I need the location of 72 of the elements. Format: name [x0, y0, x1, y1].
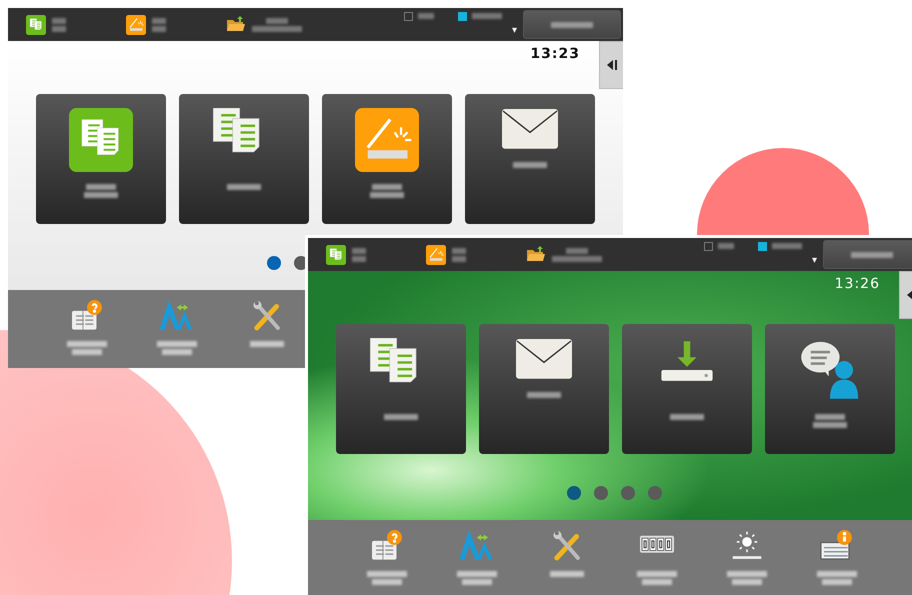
blurred-label — [642, 579, 672, 585]
blurred-label — [162, 349, 192, 355]
blurred-label — [157, 341, 197, 347]
blurred-label — [527, 392, 561, 398]
documents-icon — [326, 244, 346, 264]
dropdown-arrow[interactable]: ▾ — [512, 25, 518, 36]
blurred-label — [815, 414, 845, 420]
blurred-label — [370, 192, 404, 198]
blurred-label — [86, 184, 116, 190]
blurred-label — [462, 579, 492, 585]
blurred-label — [552, 256, 602, 262]
font-size-icon — [460, 529, 494, 563]
blurred-label — [67, 341, 107, 347]
dropdown-arrow[interactable]: ▾ — [812, 255, 818, 266]
app-tile[interactable] — [322, 94, 452, 224]
app-tile[interactable] — [336, 324, 466, 454]
side-tab[interactable] — [599, 41, 623, 89]
blurred-label — [732, 579, 762, 585]
blurred-label — [513, 162, 547, 168]
blurred-label — [718, 243, 734, 249]
status-square — [704, 242, 713, 250]
blurred-label — [152, 18, 166, 24]
clock: 13:23 — [530, 46, 580, 64]
scanner-icon — [126, 14, 146, 34]
blurred-label — [266, 18, 288, 24]
documents-icon — [26, 14, 46, 34]
blurred-label — [637, 571, 677, 577]
blurred-label — [551, 22, 593, 28]
blurred-label — [822, 579, 852, 585]
blurred-label — [813, 422, 847, 428]
blurred-label — [670, 414, 704, 420]
status-square — [404, 12, 413, 20]
blurred-label — [372, 184, 402, 190]
envelope-icon — [515, 338, 573, 380]
font-size-icon — [160, 299, 194, 333]
documents-icon — [69, 108, 133, 172]
blurred-label — [250, 341, 284, 347]
blurred-label — [418, 13, 434, 19]
blurred-label — [372, 579, 402, 585]
blurred-label — [566, 248, 588, 254]
blurred-label — [227, 184, 261, 190]
blurred-label — [457, 571, 497, 577]
clock: 13:26 — [834, 276, 880, 294]
blurred-label — [452, 248, 466, 254]
blurred-label — [472, 13, 502, 19]
blurred-label — [252, 26, 302, 32]
blurred-label — [550, 571, 584, 577]
blurred-label — [367, 571, 407, 577]
app-tile[interactable] — [465, 94, 595, 224]
blurred-label — [384, 414, 418, 420]
blurred-label — [152, 26, 166, 32]
app-tile[interactable] — [179, 94, 309, 224]
blurred-label — [52, 26, 66, 32]
app-tile[interactable] — [622, 324, 752, 454]
blurred-label — [851, 252, 893, 258]
collapse-arrow-icon — [606, 60, 616, 70]
blurred-label — [352, 256, 366, 262]
blurred-label — [452, 256, 466, 262]
app-tile[interactable] — [479, 324, 609, 454]
blurred-label — [772, 243, 802, 249]
app-tile[interactable] — [765, 324, 895, 454]
blurred-label — [727, 571, 767, 577]
app-tile[interactable] — [36, 94, 166, 224]
page-dot[interactable] — [267, 256, 281, 270]
blurred-label — [52, 18, 66, 24]
blurred-label — [352, 248, 366, 254]
envelope-icon — [501, 108, 559, 150]
blurred-label — [817, 571, 857, 577]
blurred-label — [84, 192, 118, 198]
blurred-label — [72, 349, 102, 355]
scanner-icon — [426, 244, 446, 264]
scanner-icon — [355, 108, 419, 172]
